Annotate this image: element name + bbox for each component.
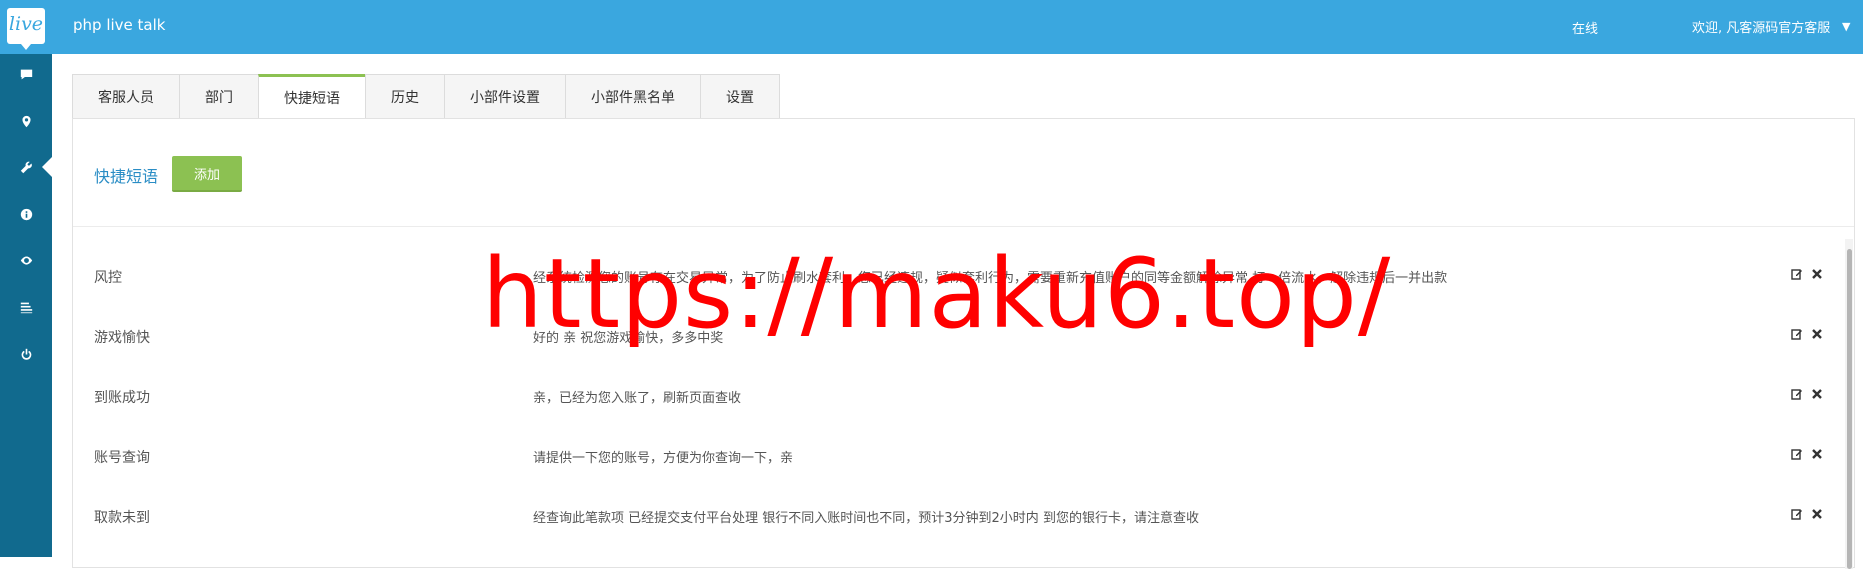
wrench-icon — [20, 161, 32, 173]
add-button[interactable]: 添加 — [172, 156, 242, 192]
tab-quick-phrases[interactable]: 快捷短语 — [258, 74, 366, 119]
row-actions — [1790, 327, 1824, 341]
power-icon — [21, 348, 31, 360]
delete-icon[interactable] — [1810, 267, 1824, 281]
sidebar-item-logout[interactable] — [0, 334, 52, 374]
list-item: 到账成功 亲，已经为您入账了，刷新页面查收 — [73, 367, 1854, 427]
delete-icon[interactable] — [1810, 387, 1824, 401]
info-icon — [20, 208, 32, 220]
phrase-name: 风控 — [94, 270, 122, 286]
tab-settings[interactable]: 设置 — [700, 74, 780, 119]
panel-header: 快捷短语 添加 — [73, 119, 1854, 227]
watermark: https://maku6.top/ — [482, 238, 1392, 350]
edit-icon[interactable] — [1790, 447, 1804, 461]
delete-icon[interactable] — [1810, 447, 1824, 461]
app-title: php live talk — [73, 16, 166, 34]
sidebar-item-monitor[interactable] — [0, 240, 52, 280]
sidebar-item-location[interactable] — [0, 101, 52, 141]
sidebar-item-list[interactable] — [0, 287, 52, 327]
edit-icon[interactable] — [1790, 387, 1804, 401]
chevron-down-icon[interactable]: ▼ — [1842, 20, 1850, 33]
sidebar-item-chat[interactable] — [0, 54, 52, 94]
eye-icon — [20, 255, 32, 265]
row-actions — [1790, 507, 1824, 521]
user-menu[interactable]: 欢迎, 凡客源码官方客服 — [1692, 17, 1830, 36]
tab-agents[interactable]: 客服人员 — [72, 74, 180, 119]
phrase-name: 账号查询 — [94, 450, 150, 466]
row-actions — [1790, 387, 1824, 401]
tab-bar: 客服人员 部门 快捷短语 历史 小部件设置 小部件黑名单 设置 — [72, 74, 780, 119]
tab-widget-blacklist[interactable]: 小部件黑名单 — [565, 74, 701, 119]
phrase-name: 取款未到 — [94, 510, 150, 526]
phrase-text: 请提供一下您的账号，方便为你查询一下，亲 — [533, 451, 794, 466]
map-pin-icon — [21, 115, 31, 127]
chat-icon — [20, 69, 32, 79]
app-logo[interactable]: live — [7, 8, 45, 50]
sidebar — [0, 54, 52, 557]
edit-icon[interactable] — [1790, 327, 1804, 341]
list-item: 账号查询 请提供一下您的账号，方便为你查询一下，亲 — [73, 427, 1854, 487]
panel-title: 快捷短语 — [94, 167, 159, 186]
tab-departments[interactable]: 部门 — [179, 74, 259, 119]
phrase-text: 经查询此笔款项 已经提交支付平台处理 银行不同入账时间也不同，预计3分钟到2小时… — [533, 511, 1199, 526]
list-item: 取款未到 经查询此笔款项 已经提交支付平台处理 银行不同入账时间也不同，预计3分… — [73, 487, 1854, 547]
scrollbar-thumb[interactable] — [1847, 249, 1852, 569]
active-indicator — [42, 157, 52, 177]
online-status[interactable]: 在线 — [1572, 18, 1598, 37]
sidebar-item-info[interactable] — [0, 194, 52, 234]
phrase-name: 游戏愉快 — [94, 330, 150, 346]
row-actions — [1790, 267, 1824, 281]
delete-icon[interactable] — [1810, 327, 1824, 341]
top-bar: live php live talk 在线 欢迎, 凡客源码官方客服 ▼ — [0, 0, 1863, 54]
delete-icon[interactable] — [1810, 507, 1824, 521]
tab-history[interactable]: 历史 — [365, 74, 445, 119]
phrase-name: 到账成功 — [94, 390, 150, 406]
list-icon — [20, 302, 32, 313]
phrase-text: 亲，已经为您入账了，刷新页面查收 — [533, 391, 742, 406]
edit-icon[interactable] — [1790, 507, 1804, 521]
row-actions — [1790, 447, 1824, 461]
edit-icon[interactable] — [1790, 267, 1804, 281]
tab-widget-settings[interactable]: 小部件设置 — [444, 74, 566, 119]
